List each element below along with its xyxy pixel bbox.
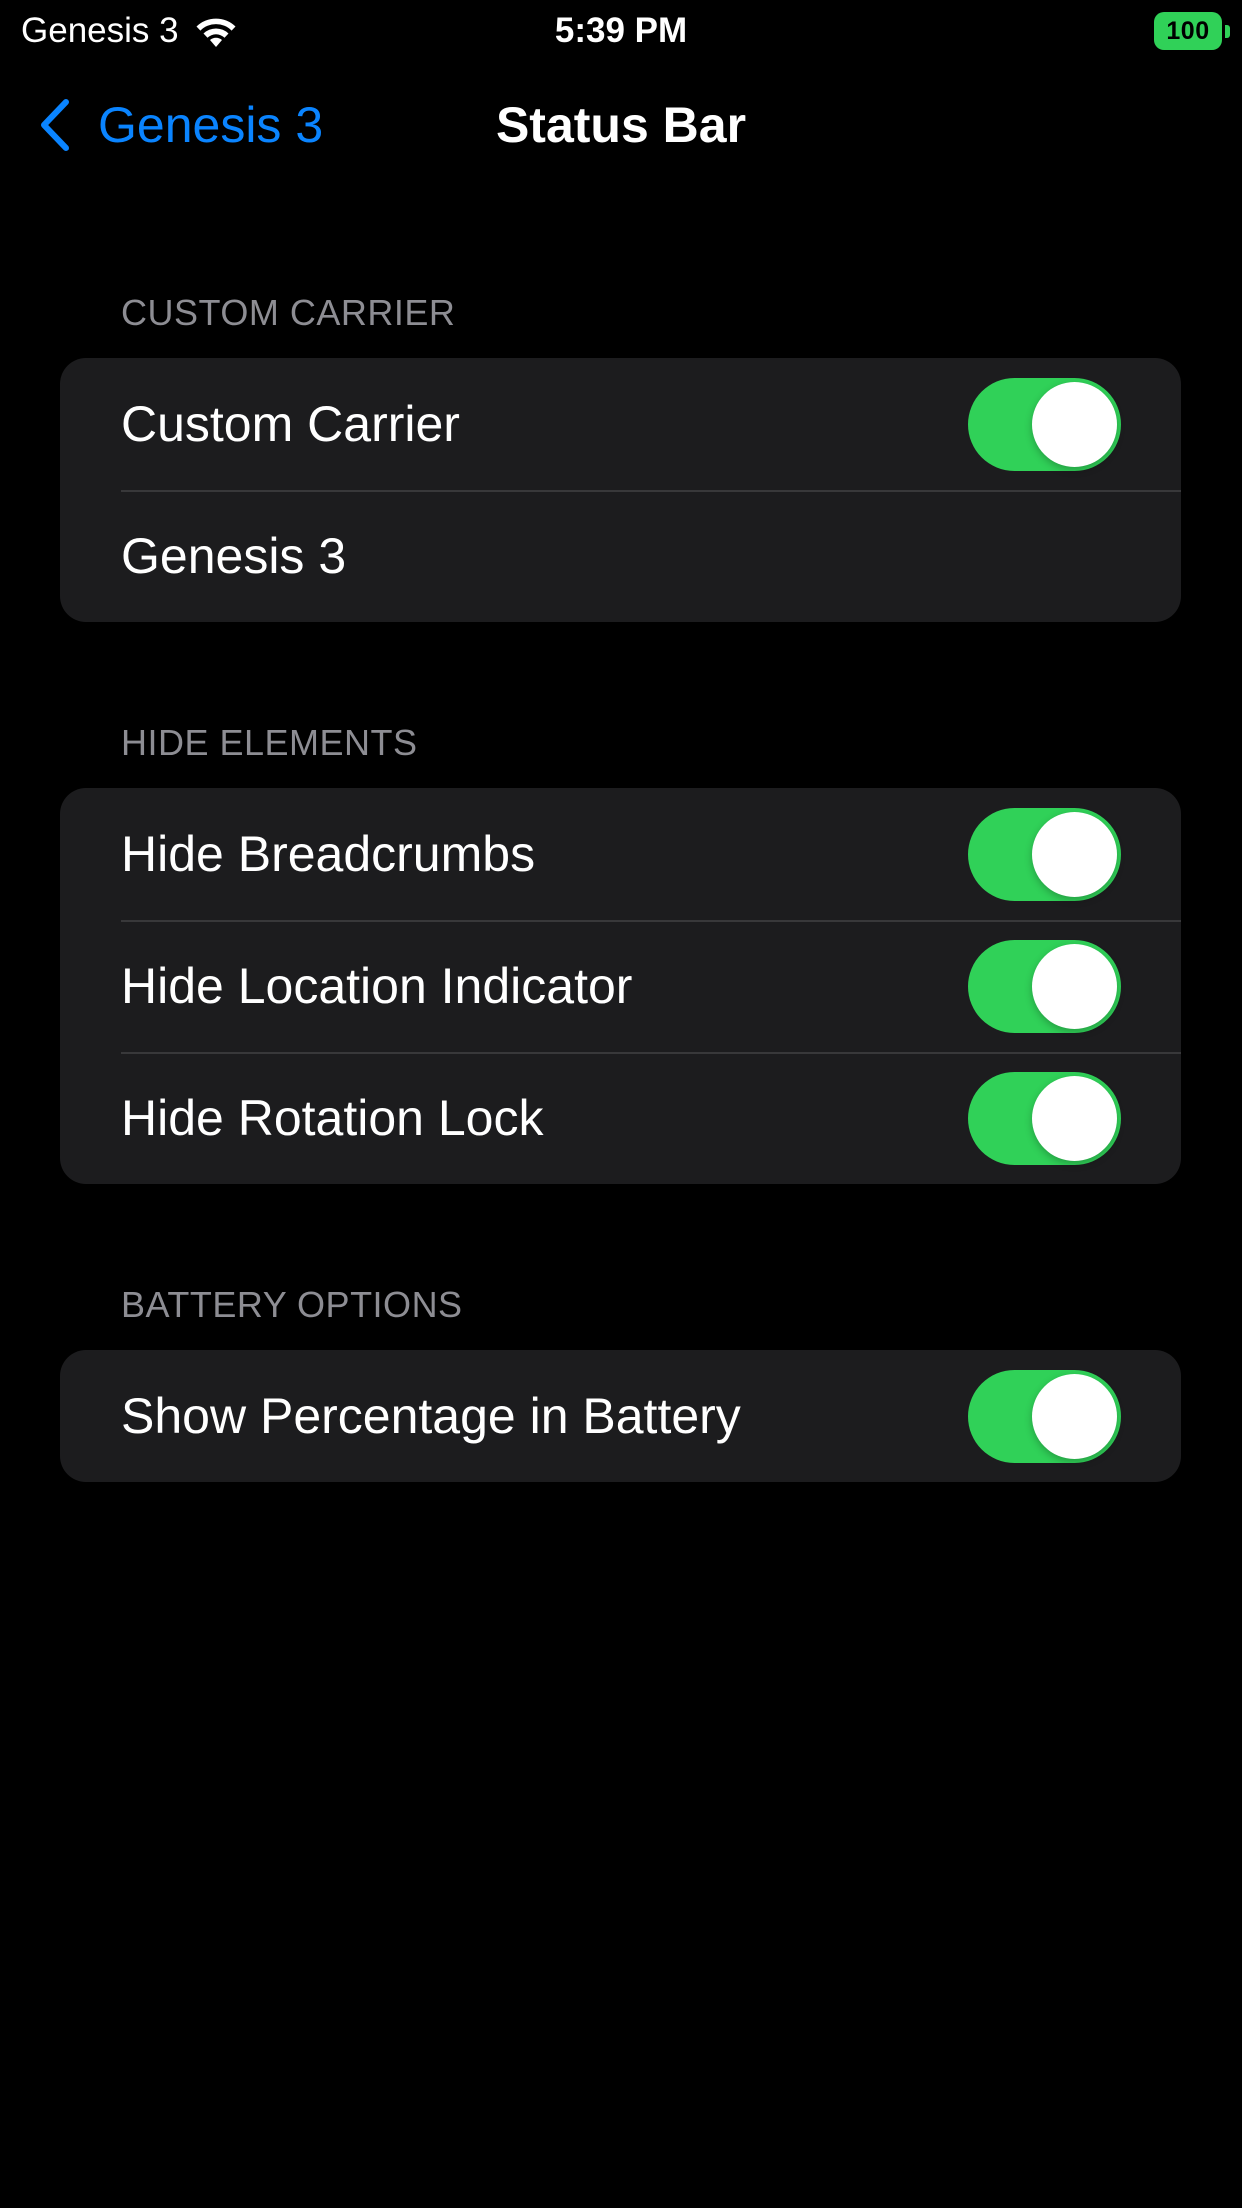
section-header-hide-elements: HIDE ELEMENTS — [121, 722, 418, 763]
custom-carrier-row: Custom Carrier — [60, 358, 1181, 490]
carrier-name-field-row[interactable]: Genesis 3 — [60, 490, 1181, 622]
toggle-knob — [1032, 1075, 1117, 1161]
row-label: Hide Location Indicator — [121, 958, 633, 1014]
hide-breadcrumbs-row: Hide Breadcrumbs — [60, 788, 1181, 920]
row-label: Show Percentage in Battery — [121, 1388, 741, 1444]
hide-breadcrumbs-toggle[interactable] — [968, 807, 1121, 901]
row-label: Custom Carrier — [121, 396, 460, 452]
section-header-battery-options: BATTERY OPTIONS — [121, 1284, 463, 1325]
custom-carrier-group: Custom Carrier Genesis 3 — [60, 358, 1181, 622]
section-header-custom-carrier: CUSTOM CARRIER — [121, 292, 456, 333]
custom-carrier-toggle[interactable] — [968, 377, 1121, 471]
page-title: Status Bar — [495, 97, 747, 153]
toggle-knob — [1032, 381, 1117, 467]
hide-rotation-lock-toggle[interactable] — [968, 1071, 1121, 1165]
hide-location-indicator-toggle[interactable] — [968, 939, 1121, 1033]
battery-options-group: Show Percentage in Battery — [60, 1350, 1181, 1482]
battery-tip — [1225, 24, 1230, 38]
toggle-knob — [1032, 811, 1117, 897]
hide-rotation-lock-row: Hide Rotation Lock — [60, 1052, 1181, 1184]
status-bar-time: 5:39 PM — [554, 11, 688, 50]
show-battery-percentage-row: Show Percentage in Battery — [60, 1350, 1181, 1482]
toggle-knob — [1032, 943, 1117, 1029]
settings-screen: Genesis 3 5:39 PM 100 Genesis 3 Status B… — [0, 0, 1242, 2208]
toggle-knob — [1032, 1373, 1117, 1459]
navigation-bar: Genesis 3 Status Bar — [0, 62, 1242, 188]
hide-location-indicator-row: Hide Location Indicator — [60, 920, 1181, 1052]
row-label: Hide Rotation Lock — [121, 1090, 544, 1146]
battery-indicator: 100 — [1154, 12, 1230, 50]
hide-elements-group: Hide Breadcrumbs Hide Location Indicator… — [60, 788, 1181, 1184]
battery-percentage: 100 — [1154, 12, 1222, 50]
carrier-name-field[interactable]: Genesis 3 — [121, 527, 346, 585]
row-label: Hide Breadcrumbs — [121, 826, 536, 882]
show-battery-percentage-toggle[interactable] — [968, 1369, 1121, 1463]
status-bar: Genesis 3 5:39 PM 100 — [0, 0, 1242, 62]
